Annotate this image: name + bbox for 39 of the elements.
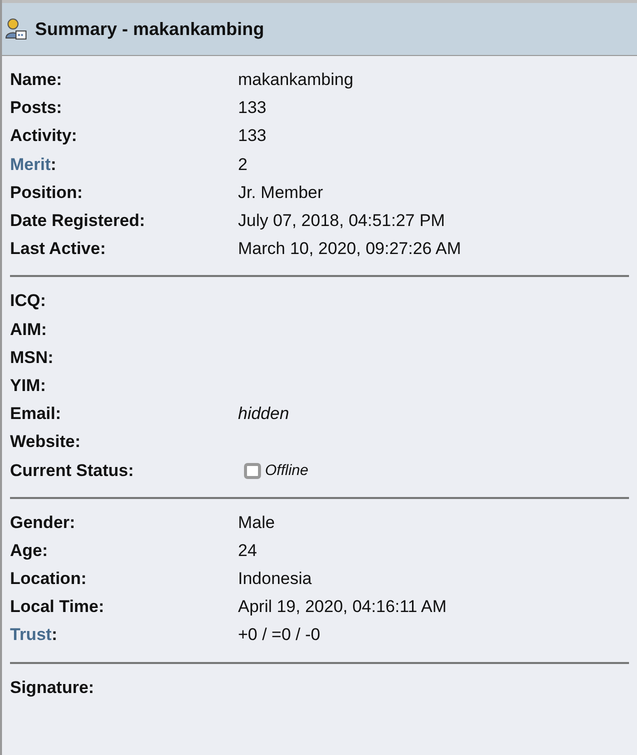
field-label: Gender: [10,512,76,532]
field-label: MSN: [10,348,54,367]
field-label: YIM: [10,376,46,395]
field-label: Activity: [10,126,78,146]
field-value: Male [238,512,275,533]
field-value: 2 [238,154,248,175]
field-value: 133 [238,126,266,146]
field-label: AIM: [10,320,47,339]
field-label: Last Active: [10,239,106,258]
field-label: Location: [10,569,86,588]
field-label: Local Time: [10,597,104,616]
field-label: Email: [10,404,62,424]
field-label: Website: [10,432,81,452]
field-value: July 07, 2018, 04:51:27 PM [238,211,445,232]
field-label: : [50,154,56,174]
status-text: Offline [265,462,308,480]
field-value: April 19, 2020, 04:16:11 AM [238,597,447,618]
field-label: : [52,625,58,644]
field-label: Signature: [10,678,94,697]
field-label: Current Status: [10,460,134,480]
field-value: +0 / =0 / -0 [238,625,320,646]
status-icon [244,462,261,479]
field-value: 133 [238,98,266,118]
field-label-link[interactable]: Trust [10,625,52,644]
field-label: Age: [10,540,48,560]
field-value: 24 [238,540,257,561]
field-value: makankambing [238,70,354,90]
field-value: March 10, 2020, 09:27:26 AM [238,239,462,260]
user-icon [5,17,27,41]
field-value: Jr. Member [238,182,324,203]
field-value: Indonesia [238,569,312,590]
field-label: ICQ: [10,291,46,310]
header-title: Summary - makankambing [35,18,264,40]
field-label: Date Registered: [10,211,146,230]
field-label: Posts: [10,98,62,118]
field-label: Name: [10,70,62,90]
field-label-link[interactable]: Merit [10,154,51,174]
field-label: Position: [10,182,83,202]
field-value: hidden [238,404,290,424]
